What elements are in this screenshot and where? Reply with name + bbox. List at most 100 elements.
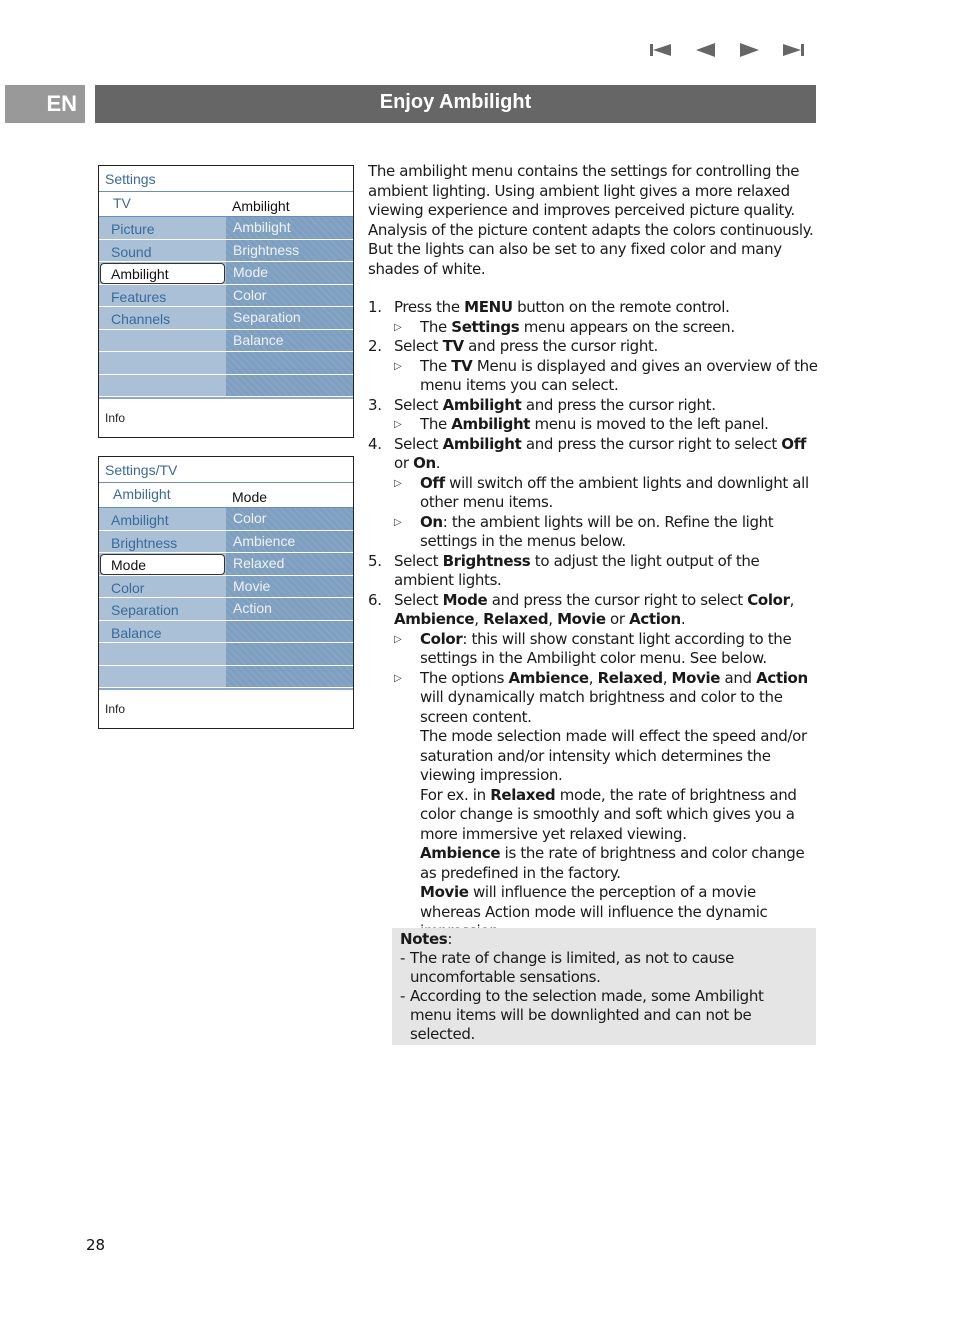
step-item: 4. Select Ambilight and press the cursor …: [368, 435, 818, 552]
bold-term: Settings: [451, 317, 520, 336]
text-run: will dynamically match brightness and co…: [420, 688, 783, 726]
triangle-right-icon: [740, 43, 759, 57]
result-item: ▷ The Ambilight menu is moved to the left…: [394, 415, 818, 435]
menu-row[interactable]: Channels Separation: [99, 307, 353, 330]
last-page-button[interactable]: [780, 40, 806, 60]
text-run: Select: [394, 590, 443, 609]
text-run: or: [394, 454, 414, 472]
bold-term: Movie: [420, 883, 469, 901]
text-run: ,: [662, 668, 672, 687]
bold-term: Color: [420, 629, 463, 648]
menu-row[interactable]: [99, 665, 353, 688]
result-item: ▷ Off will switch off the ambient lights …: [394, 474, 818, 513]
submenu-item-label: Mode: [233, 264, 269, 280]
menu-row[interactable]: Brightness Ambience: [99, 530, 353, 553]
note-text: The rate of change is limited, as not to…: [410, 949, 734, 986]
triangle-bullet-icon: ▷: [394, 633, 402, 645]
text-run: and: [720, 668, 757, 687]
menu-row[interactable]: [99, 352, 353, 375]
page-navigation: [648, 40, 808, 60]
menu-item-label: Separation: [111, 602, 179, 618]
result-item: ▷ On: the ambient lights will be on. Refi…: [394, 513, 818, 552]
first-page-button[interactable]: [648, 40, 674, 60]
result-text: The Settings menu appears on the screen.: [420, 318, 818, 338]
text-run: menu is moved to the left panel.: [530, 415, 769, 433]
result-text: On: the ambient lights will be on. Refin…: [420, 513, 818, 552]
triangle-bullet-icon: ▷: [394, 672, 402, 684]
triangle-bullet-icon: ▷: [394, 477, 402, 489]
menu-right-title: Mode: [232, 489, 268, 505]
bold-term: Movie: [671, 668, 721, 687]
menu-item-label: Picture: [111, 221, 155, 237]
menu-row[interactable]: Ambilight Mode: [99, 262, 353, 285]
step-number: 1.: [368, 298, 382, 316]
text-run: Menu is displayed and gives an overview …: [420, 356, 818, 395]
step-number: 4.: [368, 434, 382, 453]
menu-rows: Picture Ambilight Sound Brightness Ambilight…: [99, 217, 353, 397]
steps-list: 1. Press the MENU button on the remote co…: [368, 298, 818, 942]
menu-row[interactable]: Mode Relaxed: [99, 553, 353, 576]
bold-term: Ambience: [508, 668, 589, 687]
menu-row[interactable]: Balance: [99, 329, 353, 352]
menu-row[interactable]: [99, 374, 353, 397]
bold-term: Mode: [442, 590, 488, 609]
previous-page-button[interactable]: [693, 40, 719, 60]
notes-list: - The rate of change is limited, as not t…: [400, 949, 808, 1044]
text-run: ,: [588, 668, 598, 687]
result-text: The options Ambience, Relaxed, Movie and…: [420, 669, 818, 728]
menu-row[interactable]: Color Movie: [99, 575, 353, 598]
dash-bullet: -: [400, 987, 406, 1005]
menu-left-title: TV: [113, 195, 131, 211]
menu-header: Ambilight Mode: [99, 483, 353, 508]
text-run: Select: [394, 434, 443, 453]
bold-term: Relaxed: [483, 610, 549, 628]
step-text: Select TV and press the cursor right.: [394, 337, 818, 357]
bold-term: MENU: [464, 298, 513, 316]
submenu-item-label: Movie: [233, 577, 271, 594]
step-number: 3.: [368, 395, 382, 414]
text-run: Press the: [394, 298, 465, 316]
language-badge: EN: [5, 85, 85, 123]
page-number: 28: [86, 1236, 106, 1254]
text-run: ,: [548, 610, 558, 628]
menu-item-label: Color: [111, 579, 145, 596]
menu-row[interactable]: Features Color: [99, 284, 353, 307]
menu-info: Info: [99, 688, 353, 728]
bold-term: Ambilight: [442, 395, 522, 414]
bold-term: Off: [781, 434, 807, 453]
menu-row[interactable]: Picture Ambilight: [99, 217, 353, 240]
text-run: button on the remote control.: [512, 298, 730, 316]
explanation-paragraph: For ex. in Relaxed mode, the rate of bri…: [394, 786, 818, 845]
menu-row[interactable]: Balance: [99, 620, 353, 643]
bold-term: Relaxed: [490, 785, 556, 804]
menu-row[interactable]: Separation Action: [99, 598, 353, 621]
menu-row[interactable]: Ambilight Color: [99, 508, 353, 531]
menu-item-label: Mode: [111, 557, 147, 573]
menu-row[interactable]: Sound Brightness: [99, 239, 353, 262]
submenu-item-label: Relaxed: [233, 555, 285, 571]
step-item: 6. Select Mode and press the cursor right…: [368, 591, 818, 942]
submenu-item-label: Separation: [233, 309, 301, 325]
submenu-item-label: Color: [233, 286, 267, 303]
menu-item-label: Channels: [111, 311, 171, 327]
settings-menu-screenshot: Settings TV Ambilight Picture Ambilight So…: [98, 165, 354, 438]
menu-left-cell: [99, 329, 226, 351]
step-number: 2.: [368, 337, 382, 355]
result-text: Off will switch off the ambient lights a…: [420, 474, 818, 513]
menu-row[interactable]: [99, 643, 353, 666]
menu-item-label: Balance: [111, 624, 162, 641]
bold-term: On: [420, 512, 443, 531]
menu-item-label: Ambilight: [111, 266, 169, 282]
menu-left-cell: [99, 665, 226, 687]
triangle-left-icon: [696, 43, 715, 57]
text-run: and press the cursor right to select: [487, 590, 748, 609]
next-page-button[interactable]: [736, 40, 762, 60]
step-item: 5. Select Brightness to adjust the light …: [368, 552, 818, 591]
result-item: ▷ The TV Menu is displayed and gives an o…: [394, 357, 818, 396]
page-title: Enjoy Ambilight: [95, 85, 816, 123]
bold-term: Ambilight: [442, 434, 522, 453]
text-run: ,: [474, 610, 484, 628]
submenu-item-label: Action: [233, 600, 272, 616]
text-run: For ex. in: [420, 785, 491, 804]
bold-term: Movie: [557, 610, 606, 628]
